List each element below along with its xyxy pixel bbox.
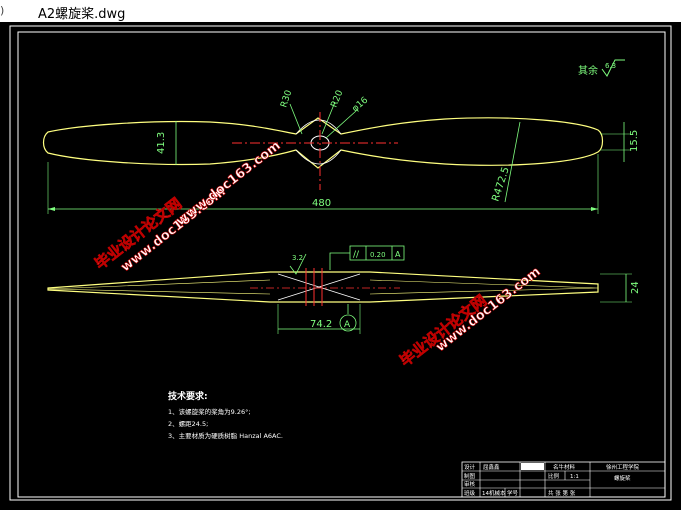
title-block: 设计 屈鑫鑫 制图 审核 班级 14机械本 学号 名牛材料 徐州工程学院 比例 … — [461, 461, 666, 498]
dim-24: 24 — [630, 281, 641, 294]
tb-designer: 屈鑫鑫 — [483, 463, 500, 471]
tb-student-no-label: 学号 — [507, 489, 519, 497]
tb-draw-label: 制图 — [464, 472, 476, 480]
tech-heading: 技术要求: — [168, 390, 208, 402]
tb-class-value: 14机械本 — [482, 489, 506, 497]
roughness-symbol: 其余 6.3 — [578, 59, 625, 77]
technical-requirements: 技术要求: 1、该螺旋桨的桨角为9.26°; 2、螺距24.5; 3、主要材质为… — [168, 390, 283, 440]
roughness-label: 其余 — [578, 64, 598, 77]
roughness-value: 6.3 — [605, 62, 616, 70]
tolerance-value: 0.20 — [370, 251, 386, 259]
tech-line-2: 2、螺距24.5; — [168, 419, 208, 428]
tb-class-label: 班级 — [464, 489, 476, 497]
dim-41-3: 41.3 — [156, 132, 167, 154]
cad-drawing: 其余 6.3 R30 R20 φ16 41.3 480 R472.5 15.5 … — [9, 25, 672, 501]
dim-r20: R20 — [330, 89, 346, 109]
window-titlebar: ) A2螺旋桨.dwg — [0, 0, 681, 23]
tolerance-symbol: // — [353, 250, 360, 260]
tb-part-name: 螺旋桨 — [614, 474, 631, 482]
dim-r30: R30 — [279, 89, 294, 109]
watermark-url-2: www.doc163.com — [173, 138, 283, 229]
window-title: A2螺旋桨.dwg — [38, 7, 126, 22]
propeller-top-view: R30 R20 φ16 41.3 480 R472.5 15.5 — [42, 89, 640, 214]
tb-material: 名牛材料 — [553, 463, 576, 471]
tb-design-label: 设计 — [464, 463, 476, 471]
dim-phi16: φ16 — [351, 95, 371, 114]
drawing-canvas[interactable]: 其余 6.3 R30 R20 φ16 41.3 480 R472.5 15.5 … — [0, 22, 681, 505]
tech-line-1: 1、该螺旋桨的桨角为9.26°; — [168, 407, 251, 416]
dim-480: 480 — [312, 198, 331, 209]
tb-scale-label: 比例 — [548, 472, 560, 480]
titlebar-edge-glyph: ) — [0, 4, 5, 17]
tech-line-3: 3、主要材质为硬质树脂 Hanzal A6AC. — [168, 431, 283, 440]
watermark-cn-2: 毕业设计论文网 — [396, 291, 490, 370]
watermarks: 毕业设计论文网 www.doc163.com www.doc163.com 毕业… — [91, 138, 544, 370]
tb-scale-value: 1:1 — [570, 474, 579, 480]
tb-school: 徐州工程学院 — [606, 463, 640, 471]
datum-a-label: A — [344, 320, 351, 330]
dim-15-5: 15.5 — [629, 130, 640, 152]
side-roughness: 3.2 — [292, 254, 303, 262]
tb-sheet: 共 张 第 张 — [548, 489, 576, 497]
dim-74-2: 74.2 — [310, 319, 332, 330]
tolerance-datum: A — [395, 250, 401, 259]
tb-check-label: 审核 — [464, 480, 476, 488]
